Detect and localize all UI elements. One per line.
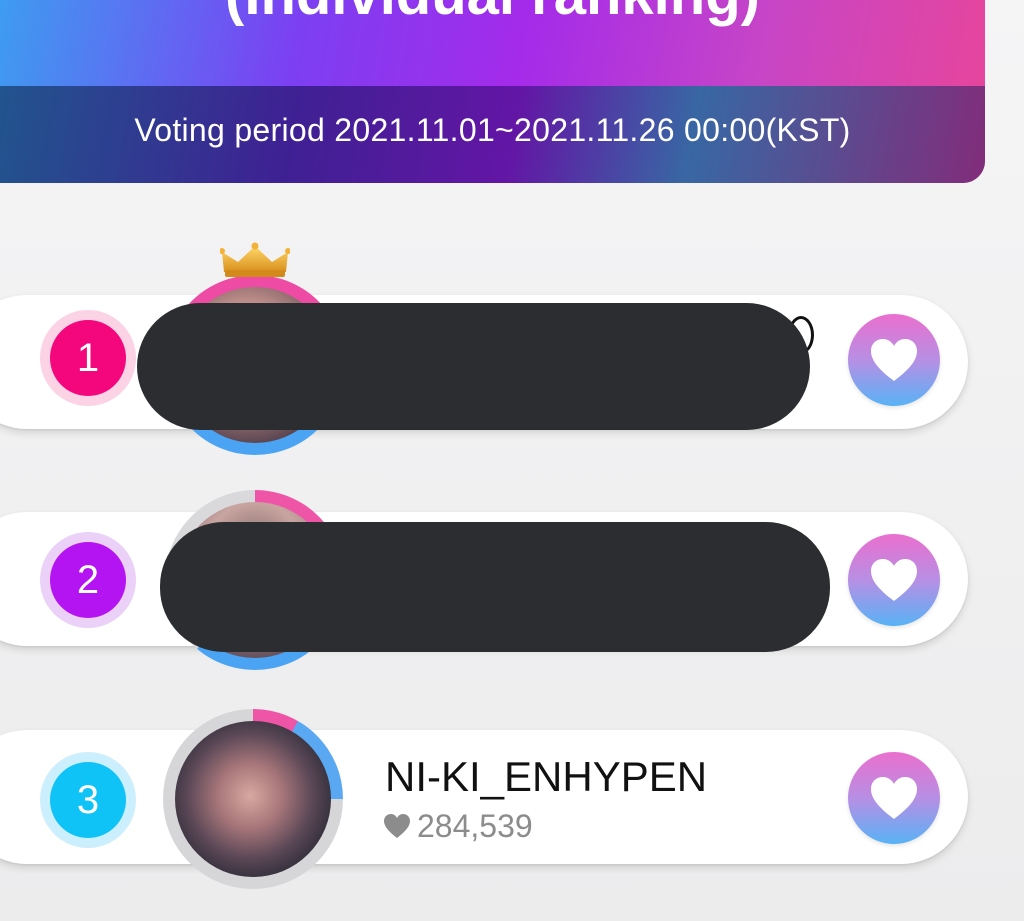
heart-icon: [871, 559, 917, 601]
crown-icon: [220, 242, 290, 277]
vote-count-3: 284,539: [383, 808, 533, 844]
header-banner: (Individual ranking) Voting period 2021.…: [0, 0, 985, 183]
rank-number: 2: [50, 542, 126, 618]
heart-icon: [384, 814, 410, 838]
artist-name-3: NI-KI_ENHYPEN: [385, 753, 708, 800]
vote-button-2[interactable]: [848, 534, 940, 626]
vote-count-value: 284,539: [417, 807, 533, 844]
redacted-name-2: [160, 522, 830, 652]
rank-badge-1: 1: [40, 310, 136, 406]
heart-icon: [871, 339, 917, 381]
rank-badge-3: 3: [40, 752, 136, 848]
vote-button-3[interactable]: [848, 752, 940, 844]
redacted-name-1: [137, 303, 810, 430]
avatar-photo: [175, 721, 331, 877]
rank-badge-2: 2: [40, 532, 136, 628]
heart-icon: [871, 777, 917, 819]
rank-number: 3: [50, 762, 126, 838]
avatar-rank-3[interactable]: [163, 709, 343, 889]
voting-period: Voting period 2021.11.01~2021.11.26 00:0…: [134, 112, 851, 148]
banner-title: (Individual ranking): [0, 0, 985, 30]
rank-number: 1: [50, 320, 126, 396]
vote-button-1[interactable]: [848, 314, 940, 406]
